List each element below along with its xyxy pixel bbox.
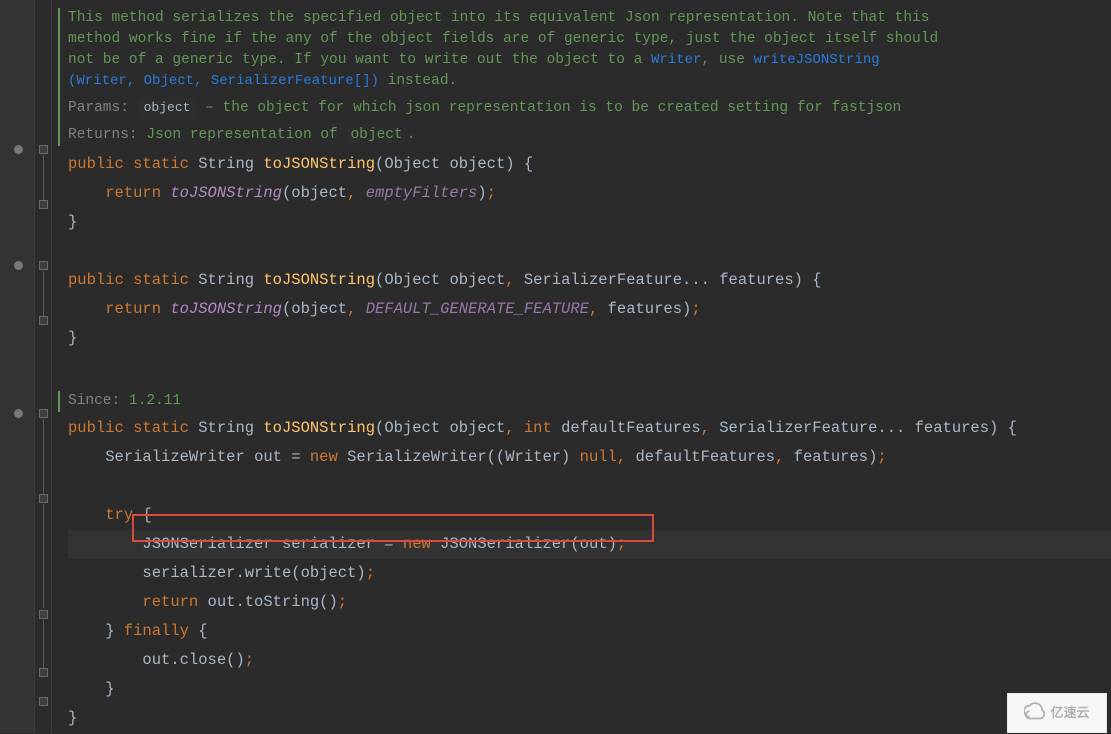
writer-link[interactable]: Writer	[76, 73, 126, 89]
fold-line	[43, 504, 44, 608]
doc-returns: Returns: Json representation of object.	[68, 125, 1111, 146]
code-line[interactable]: }	[68, 208, 1111, 237]
fold-marker[interactable]	[39, 697, 48, 706]
override-icon[interactable]	[14, 145, 23, 154]
code-line[interactable]: out.close();	[68, 646, 1111, 675]
fold-line	[43, 419, 44, 494]
object-link[interactable]: Object	[144, 73, 194, 89]
fold-line	[43, 620, 44, 668]
code-line[interactable]	[68, 472, 1111, 501]
code-line[interactable]	[68, 353, 1111, 382]
code-line[interactable]	[68, 237, 1111, 266]
code-line[interactable]: return toJSONString(object, DEFAULT_GENE…	[68, 295, 1111, 324]
fold-marker[interactable]	[39, 668, 48, 677]
code-line[interactable]: return toJSONString(object, emptyFilters…	[68, 179, 1111, 208]
fold-marker[interactable]	[39, 261, 48, 270]
code-line[interactable]: } finally {	[68, 617, 1111, 646]
object-pill: object	[138, 98, 197, 119]
code-line[interactable]: public static String toJSONString(Object…	[68, 414, 1111, 443]
doc-desc: This method serializes the specified obj…	[68, 8, 1111, 29]
writejson-link[interactable]: writeJSONString	[754, 52, 880, 68]
gutter	[0, 0, 35, 733]
since-block: Since: 1.2.11	[58, 391, 1111, 412]
fold-marker[interactable]	[39, 200, 48, 209]
fold-marker[interactable]	[39, 316, 48, 325]
doc-sig: (Writer, Object, SerializerFeature[]) in…	[68, 71, 1111, 92]
serfeat-link[interactable]: SerializerFeature[]	[211, 73, 371, 89]
code-line[interactable]: }	[68, 704, 1111, 733]
fold-marker[interactable]	[39, 610, 48, 619]
doc-desc: method works fine if the any of the obje…	[68, 29, 1111, 50]
code-line[interactable]: return out.toString();	[68, 588, 1111, 617]
code-line[interactable]: }	[68, 675, 1111, 704]
code-line[interactable]: }	[68, 324, 1111, 353]
code-line[interactable]: serializer.write(object);	[68, 559, 1111, 588]
override-icon[interactable]	[14, 409, 23, 418]
watermark-logo: 亿速云	[1007, 693, 1107, 733]
code-line[interactable]: public static String toJSONString(Object…	[68, 150, 1111, 179]
doc-desc: not be of a generic type. If you want to…	[68, 50, 1111, 71]
writer-link[interactable]: Writer	[651, 52, 701, 68]
fold-line	[43, 155, 44, 201]
fold-column	[35, 0, 52, 733]
fold-marker[interactable]	[39, 145, 48, 154]
fold-marker[interactable]	[39, 409, 48, 418]
highlighted-line[interactable]: JSONSerializer serializer = new JSONSeri…	[68, 530, 1111, 559]
fold-marker[interactable]	[39, 494, 48, 503]
doc-params: Params: object – the object for which js…	[68, 98, 1111, 119]
fold-line	[43, 271, 44, 317]
code-line[interactable]: SerializeWriter out = new SerializeWrite…	[68, 443, 1111, 472]
code-line[interactable]: try {	[68, 501, 1111, 530]
override-icon[interactable]	[14, 261, 23, 270]
code-line[interactable]: public static String toJSONString(Object…	[68, 266, 1111, 295]
code-editor[interactable]: This method serializes the specified obj…	[52, 0, 1111, 733]
javadoc-block: This method serializes the specified obj…	[58, 8, 1111, 146]
